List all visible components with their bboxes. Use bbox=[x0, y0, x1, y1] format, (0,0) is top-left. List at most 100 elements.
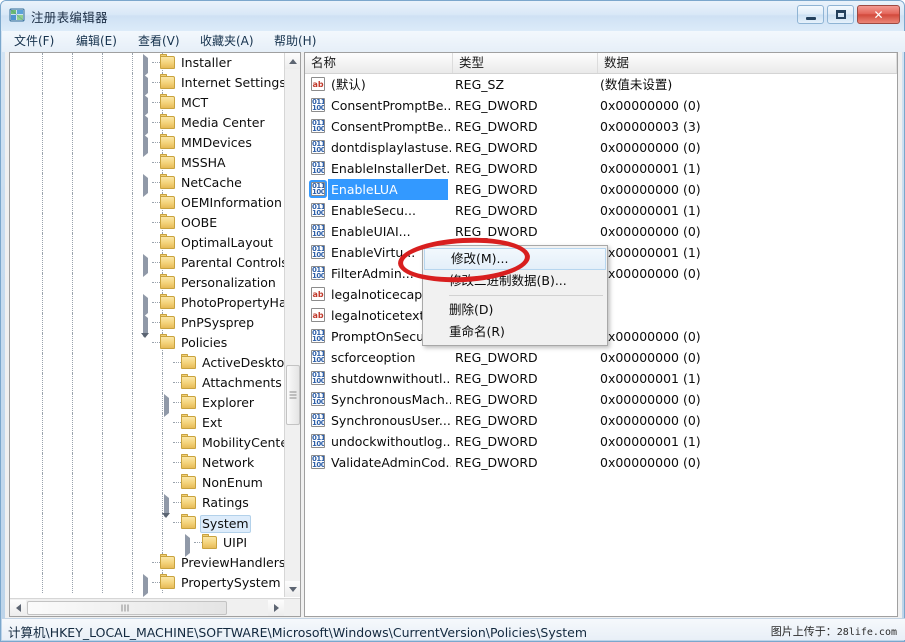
registry-value-row[interactable]: 011100EnableInstallerDet...REG_DWORD0x00… bbox=[305, 158, 897, 179]
chevron-down-icon[interactable] bbox=[141, 338, 151, 348]
chevron-right-icon[interactable] bbox=[141, 58, 151, 68]
tree-item-installer[interactable]: Installer bbox=[10, 53, 285, 73]
tree-item-pnpsysprep[interactable]: PnPSysprep bbox=[10, 313, 285, 333]
tree-item-mssha[interactable]: MSSHA bbox=[10, 153, 285, 173]
tree-item-optimallayout[interactable]: OptimalLayout bbox=[10, 233, 285, 253]
registry-value-row[interactable]: 011100SynchronousUser...REG_DWORD0x00000… bbox=[305, 410, 897, 431]
registry-value-row[interactable]: 011100SynchronousMach...REG_DWORD0x00000… bbox=[305, 389, 897, 410]
tree-item-previewhandlers[interactable]: PreviewHandlers bbox=[10, 553, 285, 573]
chevron-right-icon[interactable] bbox=[141, 118, 151, 128]
title-bar[interactable]: 注册表编辑器 ✕ bbox=[1, 1, 904, 31]
value-name-cell: EnableLUA bbox=[328, 179, 448, 200]
context-menu-item-1[interactable]: 修改(M)... bbox=[424, 248, 606, 270]
tree-indent-guide bbox=[42, 233, 43, 253]
tree-indent-guide bbox=[132, 493, 133, 513]
value-data-cell: 0x00000001 (1) bbox=[600, 200, 880, 221]
context-menu-item-2[interactable]: 修改二进制数据(B)... bbox=[423, 270, 607, 292]
chevron-right-icon[interactable] bbox=[141, 578, 151, 588]
maximize-button[interactable] bbox=[827, 5, 854, 24]
tree-item-mobilitycenter[interactable]: MobilityCenter bbox=[10, 433, 285, 453]
tree-indent-guide bbox=[42, 113, 43, 133]
chevron-right-icon[interactable] bbox=[141, 258, 151, 268]
registry-value-row[interactable]: 011100shutdownwithoutl...REG_DWORD0x0000… bbox=[305, 368, 897, 389]
tree-horizontal-scrollbar[interactable] bbox=[10, 598, 300, 616]
tree-item-photopropertyhand[interactable]: PhotoPropertyHand bbox=[10, 293, 285, 313]
tree-item-mmdevices[interactable]: MMDevices bbox=[10, 133, 285, 153]
tree-vertical-scroll-thumb[interactable] bbox=[286, 365, 300, 425]
tree-item-oobe[interactable]: OOBE bbox=[10, 213, 285, 233]
tree-item-uipi[interactable]: UIPI bbox=[10, 533, 285, 553]
tree-item-explorer[interactable]: Explorer bbox=[10, 393, 285, 413]
tree-item-propertysystem[interactable]: PropertySystem bbox=[10, 573, 285, 593]
tree-scroll-up-button[interactable] bbox=[285, 53, 301, 69]
tree-indent-guide bbox=[162, 373, 163, 393]
tree-item-nonenum[interactable]: NonEnum bbox=[10, 473, 285, 493]
tree-scroll-down-button[interactable] bbox=[285, 581, 301, 597]
tree-item-ratings[interactable]: Ratings bbox=[10, 493, 285, 513]
registry-value-row[interactable]: 011100ValidateAdminCod...REG_DWORD0x0000… bbox=[305, 452, 897, 473]
menu-item-2[interactable]: 编辑(E) bbox=[70, 33, 123, 50]
tree-scroll-right-button[interactable] bbox=[268, 600, 284, 616]
tree-horizontal-scroll-thumb[interactable] bbox=[27, 601, 227, 615]
column-header-1[interactable]: 名称 bbox=[305, 53, 453, 73]
value-name-cell: dontdisplaylastuse... bbox=[331, 137, 451, 158]
tree-item-attachments[interactable]: Attachments bbox=[10, 373, 285, 393]
registry-value-row[interactable]: 011100ConsentPromptBe...REG_DWORD0x00000… bbox=[305, 95, 897, 116]
chevron-right-icon[interactable] bbox=[141, 138, 151, 148]
minimize-button[interactable] bbox=[797, 5, 824, 24]
menu-item-3[interactable]: 查看(V) bbox=[132, 33, 186, 50]
tree-item-label: OOBE bbox=[179, 215, 219, 231]
tree-item-activedesktop[interactable]: ActiveDesktop bbox=[10, 353, 285, 373]
context-menu-item-3[interactable]: 删除(D) bbox=[423, 299, 607, 321]
context-menu[interactable]: 修改(M)...修改二进制数据(B)... 删除(D)重命名(R) bbox=[422, 245, 608, 346]
tree-indent-guide bbox=[72, 513, 73, 533]
tree-item-oeminformation[interactable]: OEMInformation bbox=[10, 193, 285, 213]
chevron-right-icon[interactable] bbox=[183, 538, 193, 548]
chevron-right-icon[interactable] bbox=[162, 398, 172, 408]
registry-value-row[interactable]: 011100scforceoptionREG_DWORD0x00000000 (… bbox=[305, 347, 897, 368]
column-header-2[interactable]: 类型 bbox=[453, 53, 598, 73]
tree-item-internet-settings[interactable]: Internet Settings bbox=[10, 73, 285, 93]
tree-scroll-left-button[interactable] bbox=[10, 600, 26, 616]
tree-item-netcache[interactable]: NetCache bbox=[10, 173, 285, 193]
registry-value-row[interactable]: 011100undockwithoutlog...REG_DWORD0x0000… bbox=[305, 431, 897, 452]
tree-indent-guide bbox=[102, 153, 103, 173]
dword-value-icon: 011100 bbox=[311, 413, 325, 427]
tree-indent-connector bbox=[173, 382, 181, 383]
tree-item-ext[interactable]: Ext bbox=[10, 413, 285, 433]
tree-item-policies[interactable]: Policies bbox=[10, 333, 285, 353]
chevron-right-icon[interactable] bbox=[141, 178, 151, 188]
registry-value-row[interactable]: 011100ConsentPromptBe...REG_DWORD0x00000… bbox=[305, 116, 897, 137]
dword-value-icon: 011100 bbox=[311, 392, 325, 406]
close-button[interactable]: ✕ bbox=[857, 5, 900, 24]
tree-indent-connector bbox=[173, 522, 181, 523]
registry-editor-window: 注册表编辑器 ✕ 文件(F) 编辑(E) 查看(V) 收藏夹(A) 帮助(H) Inst… bbox=[0, 0, 905, 642]
registry-tree-pane[interactable]: InstallerInternet SettingsMCTMedia Cente… bbox=[9, 52, 301, 617]
chevron-right-icon[interactable] bbox=[162, 498, 172, 508]
chevron-right-icon[interactable] bbox=[141, 298, 151, 308]
chevron-down-icon[interactable] bbox=[162, 518, 172, 528]
context-menu-item-4[interactable]: 重命名(R) bbox=[423, 321, 607, 343]
menu-item-5[interactable]: 帮助(H) bbox=[268, 33, 322, 50]
menu-item-1[interactable]: 文件(F) bbox=[8, 33, 60, 50]
chevron-right-icon[interactable] bbox=[141, 318, 151, 328]
column-header-3[interactable]: 数据 bbox=[598, 53, 897, 73]
chevron-right-icon[interactable] bbox=[141, 78, 151, 88]
tree-item-parental-controls[interactable]: Parental Controls bbox=[10, 253, 285, 273]
registry-value-row[interactable]: ab(默认)REG_SZ(数值未设置) bbox=[305, 74, 897, 95]
tree-item-mct[interactable]: MCT bbox=[10, 93, 285, 113]
folder-icon bbox=[160, 256, 175, 269]
tree-item-system[interactable]: System bbox=[10, 513, 285, 533]
tree-vertical-scrollbar[interactable] bbox=[284, 53, 300, 597]
registry-value-row[interactable]: 011100dontdisplaylastuse...REG_DWORD0x00… bbox=[305, 137, 897, 158]
tree-item-network[interactable]: Network bbox=[10, 453, 285, 473]
registry-value-row[interactable]: 011100EnableUIAI...REG_DWORD0x00000000 (… bbox=[305, 221, 897, 242]
tree-item-personalization[interactable]: Personalization bbox=[10, 273, 285, 293]
registry-tree[interactable]: InstallerInternet SettingsMCTMedia Cente… bbox=[10, 53, 285, 597]
registry-value-row[interactable]: 011100EnableLUAREG_DWORD0x00000000 (0) bbox=[305, 179, 897, 200]
menu-item-4[interactable]: 收藏夹(A) bbox=[194, 33, 260, 50]
registry-value-row[interactable]: 011100EnableSecu...REG_DWORD0x00000001 (… bbox=[305, 200, 897, 221]
tree-item-media-center[interactable]: Media Center bbox=[10, 113, 285, 133]
chevron-right-icon[interactable] bbox=[141, 98, 151, 108]
tree-indent-guide bbox=[132, 573, 133, 593]
